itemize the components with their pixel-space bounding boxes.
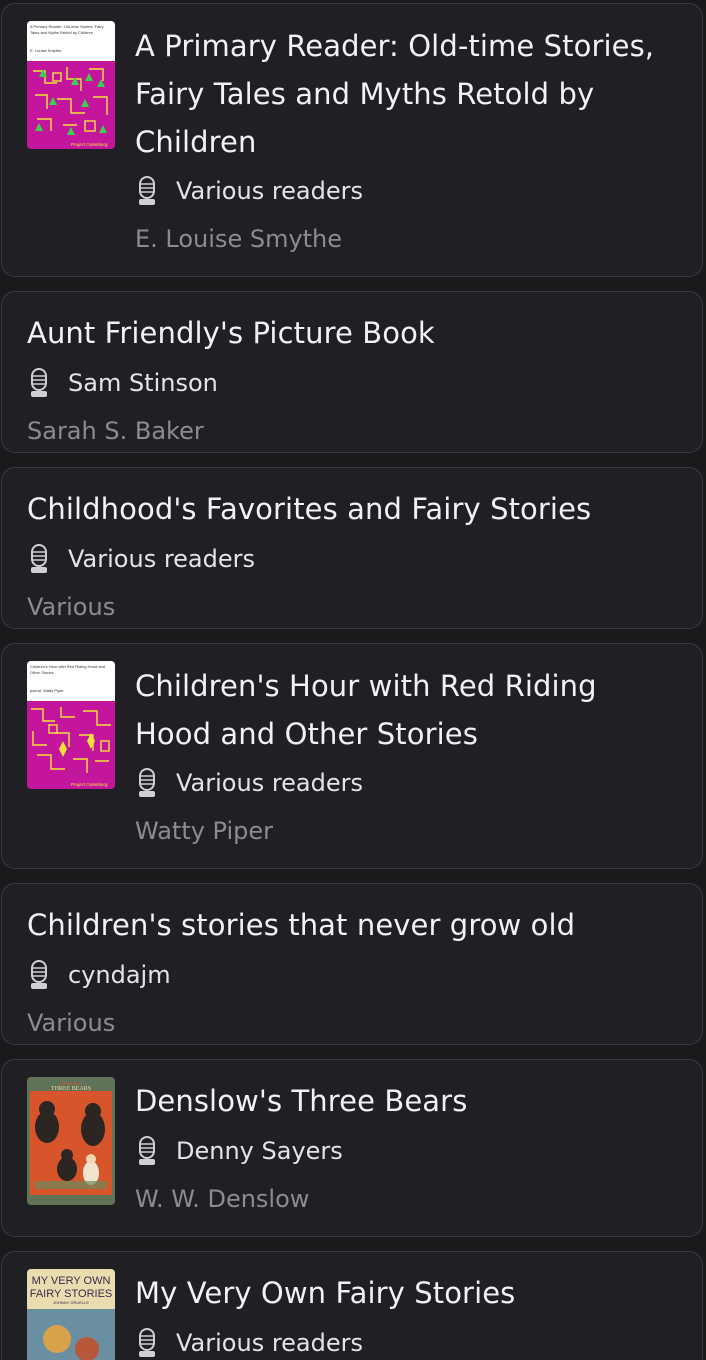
cover-image: MY VERY OWN FAIRY STORIES JOHNNY GRUELLE <box>27 1269 115 1360</box>
book-card[interactable]: Denslow's THREE BEARS Denslow's Three Be… <box>1 1059 703 1237</box>
reader-name: Various readers <box>176 1329 364 1357</box>
book-title-line: Children's stories that never grow old <box>27 908 576 942</box>
cover-title-text: THREE BEARS <box>51 1086 91 1092</box>
book-title-line: Aunt Friendly's Picture Book <box>27 316 435 350</box>
book-author: W. W. Denslow <box>135 1185 310 1213</box>
book-card[interactable]: A Primary Reader: Old-time Stories, Fair… <box>1 3 703 277</box>
cover-title-text: Children's Hour with Red Riding Hood and <box>30 664 105 669</box>
book-card[interactable]: Children's Hour with Red Riding Hood and… <box>1 643 703 869</box>
microphone-icon <box>139 176 155 205</box>
book-reader: Various readers <box>135 1328 363 1358</box>
book-card[interactable]: Aunt Friendly's Picture Book Sam Stinson… <box>1 291 703 453</box>
book-cover: A Primary Reader: Old-time Stories, Fair… <box>27 21 115 149</box>
book-title-line: A Primary Reader: Old-time Stories, <box>135 29 655 63</box>
microphone-icon <box>139 768 155 797</box>
reader-name: Denny Sayers <box>176 1137 343 1165</box>
book-title: Childhood's Favorites and Fairy Stories <box>27 485 591 533</box>
book-title: Denslow's Three Bears <box>135 1077 467 1125</box>
cover-author-text: pseud. Watty Piper <box>30 688 64 693</box>
book-title-line: Children's Hour with Red Riding <box>135 669 597 703</box>
reader-name: Various readers <box>68 545 256 573</box>
cover-title-text: Other Stories <box>30 670 54 675</box>
book-title-line: Childhood's Favorites and Fairy Stories <box>27 492 592 526</box>
book-title: My Very Own Fairy Stories <box>135 1269 515 1317</box>
microphone-icon <box>139 1136 155 1165</box>
book-title-line: Children <box>135 125 257 159</box>
book-author: Various <box>27 1009 116 1037</box>
book-reader: Various readers <box>135 176 363 206</box>
book-title-line: My Very Own Fairy Stories <box>135 1276 516 1310</box>
microphone-icon <box>31 960 47 989</box>
microphone-icon <box>139 1328 155 1357</box>
book-cover: MY VERY OWN FAIRY STORIES JOHNNY GRUELLE <box>27 1269 115 1360</box>
book-card[interactable]: Childhood's Favorites and Fairy Stories … <box>1 467 703 629</box>
cover-author-text: JOHNNY GRUELLE <box>53 1300 89 1305</box>
book-reader: cyndajm <box>27 960 171 990</box>
book-card[interactable]: Children's stories that never grow old c… <box>1 883 703 1045</box>
book-reader: Denny Sayers <box>135 1136 343 1166</box>
cover-image: Children's Hour with Red Riding Hood and… <box>27 661 115 789</box>
cover-imprint-text: Project Gutenberg <box>71 142 108 147</box>
microphone-icon <box>31 368 47 397</box>
cover-author-text: E. Louise Smythe <box>30 48 62 53</box>
microphone-icon <box>31 544 47 573</box>
book-reader: Various readers <box>135 768 363 798</box>
book-reader: Various readers <box>27 544 255 574</box>
book-author: Watty Piper <box>135 817 274 845</box>
cover-title-text: MY VERY OWN <box>32 1275 111 1287</box>
book-title: Aunt Friendly's Picture Book <box>27 309 435 357</box>
book-reader: Sam Stinson <box>27 368 218 398</box>
reader-name: Sam Stinson <box>68 369 218 397</box>
cover-title-text: Tales and Myths Retold by Children <box>30 30 93 35</box>
cover-title-text: A Primary Reader: Old-time Stories, Fair… <box>30 24 104 29</box>
cover-imprint-text: Project Gutenberg <box>71 782 108 787</box>
book-title: Children's stories that never grow old <box>27 901 575 949</box>
book-title-line: Hood and Other Stories <box>135 717 478 751</box>
book-cover: Denslow's THREE BEARS <box>27 1077 115 1205</box>
reader-name: cyndajm <box>68 961 171 989</box>
book-cover: Children's Hour with Red Riding Hood and… <box>27 661 115 789</box>
book-card[interactable]: MY VERY OWN FAIRY STORIES JOHNNY GRUELLE… <box>1 1251 703 1360</box>
book-author: E. Louise Smythe <box>135 225 343 253</box>
cover-title-text: FAIRY STORIES <box>30 1288 113 1300</box>
book-author: Sarah S. Baker <box>27 417 204 445</box>
book-author: Various <box>27 593 116 621</box>
reader-name: Various readers <box>176 177 364 205</box>
cover-image: A Primary Reader: Old-time Stories, Fair… <box>27 21 115 149</box>
reader-name: Various readers <box>176 769 364 797</box>
book-title: Children's Hour with Red Riding Hood and… <box>135 662 597 758</box>
book-title-line: Denslow's Three Bears <box>135 1084 468 1118</box>
audiobook-list: A Primary Reader: Old-time Stories, Fair… <box>0 0 706 1360</box>
cover-image: Denslow's THREE BEARS <box>27 1077 115 1205</box>
book-title-line: Fairy Tales and Myths Retold by <box>135 77 595 111</box>
book-title: A Primary Reader: Old-time Stories, Fair… <box>135 22 654 166</box>
